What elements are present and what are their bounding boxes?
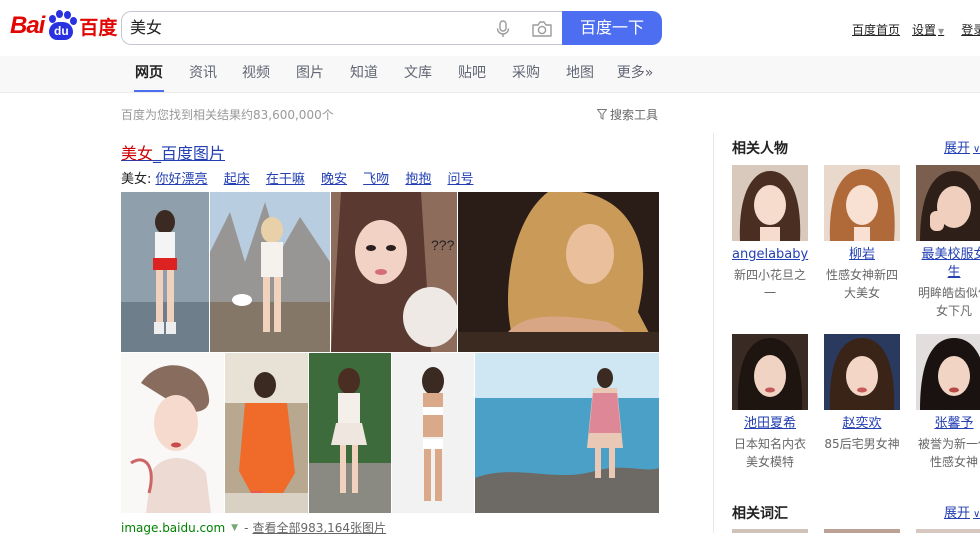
related-query-link[interactable]: 你好漂亮	[156, 172, 208, 187]
baidu-logo[interactable]: Bai du 百度	[10, 8, 117, 44]
filter-icon	[597, 109, 607, 120]
person-name[interactable]: angelababy	[732, 246, 808, 264]
related-person[interactable]: 最美校服女生 明眸皓齿似仙女下凡	[916, 165, 980, 320]
result-title-link[interactable]: 美女_百度图片	[121, 140, 225, 164]
related-person[interactable]: angelababy 新四小花旦之一	[732, 165, 808, 302]
camera-icon[interactable]	[531, 20, 553, 38]
related-query-link[interactable]: 起床	[224, 172, 250, 187]
person-description: 日本知名内衣美女模特	[733, 437, 806, 469]
logo-text-bai: Bai	[10, 12, 45, 39]
person-name[interactable]: 张馨予	[916, 415, 980, 433]
related-word-thumbnail[interactable]	[732, 529, 808, 533]
title-highlight: 美女	[121, 144, 154, 163]
search-box	[121, 11, 562, 45]
baidu-home-link[interactable]: 百度首页	[852, 21, 900, 38]
chevron-down-icon: ∨	[973, 144, 980, 155]
tab-news[interactable]: 资讯	[188, 56, 218, 92]
chevron-down-icon: ∨	[973, 509, 980, 520]
result-count: 百度为您找到相关结果约83,600,000个	[121, 108, 334, 122]
result-image[interactable]	[392, 353, 474, 513]
login-link[interactable]: 登录	[961, 21, 980, 38]
result-image[interactable]	[121, 353, 224, 513]
view-all-images-link[interactable]: 查看全部983,164张图片	[252, 519, 386, 536]
settings-link[interactable]: 设置 ▼	[912, 21, 944, 38]
related-query-link[interactable]: 晚安	[321, 172, 347, 187]
result-image[interactable]	[121, 192, 209, 352]
person-name[interactable]: 最美校服女生	[916, 246, 980, 282]
search-input[interactable]	[130, 12, 490, 44]
person-photo[interactable]	[824, 165, 900, 241]
tab-map[interactable]: 地图	[565, 56, 595, 92]
related-query-link[interactable]: 在干嘛	[266, 172, 305, 187]
related-word-thumbnail[interactable]	[916, 529, 980, 533]
tab-web[interactable]: 网页	[134, 56, 164, 92]
search-tools-button[interactable]: 搜索工具	[597, 106, 658, 123]
expand-people-button[interactable]: 展开 ∨	[944, 137, 980, 156]
person-description: 明眸皓齿似仙女下凡	[917, 286, 980, 318]
right-sidebar: 相关人物 展开 ∨ angelababy 新四小花旦之一 柳岩 性感女神新四大美女…	[713, 133, 980, 533]
expand-label: 展开	[944, 141, 971, 156]
related-word-thumbnail[interactable]	[824, 529, 900, 533]
microphone-icon[interactable]	[495, 20, 511, 38]
related-people-title: 相关人物	[732, 141, 788, 157]
header: Bai du 百度 百度一下 百度首页 设置▼ 登录	[0, 0, 980, 56]
paw-icon: du	[45, 10, 78, 42]
person-photo[interactable]	[824, 334, 900, 410]
expand-label: 展开	[944, 506, 971, 521]
tab-zhidao[interactable]: 知道	[349, 56, 379, 92]
tab-caigou[interactable]: 采购	[511, 56, 541, 92]
related-query-link[interactable]: 飞吻	[363, 172, 389, 187]
top-links: 百度首页 设置 ▼ 登录	[852, 21, 980, 38]
person-description: 新四小花旦之一	[733, 268, 806, 300]
related-queries-label: 美女:	[121, 172, 152, 187]
tab-images[interactable]: 图片	[295, 56, 325, 92]
result-footer: image.baidu.com ▼ - 查看全部983,164张图片	[121, 519, 386, 536]
search-tools-label: 搜索工具	[610, 108, 659, 122]
person-photo[interactable]	[732, 334, 808, 410]
result-image[interactable]	[458, 192, 659, 352]
logo-text-cn: 百度	[79, 16, 118, 39]
result-image[interactable]: ???	[331, 192, 457, 352]
person-photo[interactable]	[916, 165, 980, 241]
related-person[interactable]: 张馨予 被誉为新一代性感女神	[916, 334, 980, 471]
result-image[interactable]	[210, 192, 330, 352]
person-name[interactable]: 赵奕欢	[824, 415, 900, 433]
related-query-link[interactable]: 问号	[447, 172, 473, 187]
person-name[interactable]: 柳岩	[824, 246, 900, 264]
related-words-title: 相关词汇	[732, 506, 788, 522]
tab-wenku[interactable]: 文库	[403, 56, 433, 92]
person-name[interactable]: 池田夏希	[732, 415, 808, 433]
related-person[interactable]: 池田夏希 日本知名内衣美女模特	[732, 334, 808, 471]
related-queries: 美女: 你好漂亮 起床 在干嘛 晚安 飞吻 抱抱 问号	[121, 168, 485, 187]
person-description: 被誉为新一代性感女神	[917, 437, 980, 469]
person-photo[interactable]	[916, 334, 980, 410]
settings-label: 设置	[912, 23, 937, 37]
logo-text-du: du	[49, 22, 74, 40]
related-query-link[interactable]: 抱抱	[405, 172, 431, 187]
result-image[interactable]	[225, 353, 308, 513]
footer-separator: -	[244, 520, 249, 535]
person-description: 85后宅男女神	[824, 437, 900, 451]
person-description: 性感女神新四大美女	[825, 268, 898, 300]
expand-words-button[interactable]: 展开 ∨	[944, 502, 980, 521]
title-rest: _百度图片	[153, 144, 226, 163]
related-person[interactable]: 赵奕欢 85后宅男女神	[824, 334, 900, 453]
tab-video[interactable]: 视频	[241, 56, 271, 92]
caret-down-icon: ▼	[938, 27, 945, 36]
source-url: image.baidu.com	[121, 520, 226, 535]
related-person[interactable]: 柳岩 性感女神新四大美女	[824, 165, 900, 302]
search-tabs: 网页 资讯 视频 图片 知道 文库 贴吧 采购 地图 更多»	[0, 56, 980, 93]
dropdown-arrow-icon[interactable]: ▼	[231, 523, 238, 533]
person-photo[interactable]	[732, 165, 808, 241]
search-button[interactable]: 百度一下	[562, 11, 662, 45]
result-image[interactable]	[475, 353, 659, 513]
tab-tieba[interactable]: 贴吧	[457, 56, 487, 92]
tab-more[interactable]: 更多»	[616, 56, 654, 92]
result-image[interactable]	[309, 353, 391, 513]
image-overlay-text: ???	[431, 237, 455, 253]
